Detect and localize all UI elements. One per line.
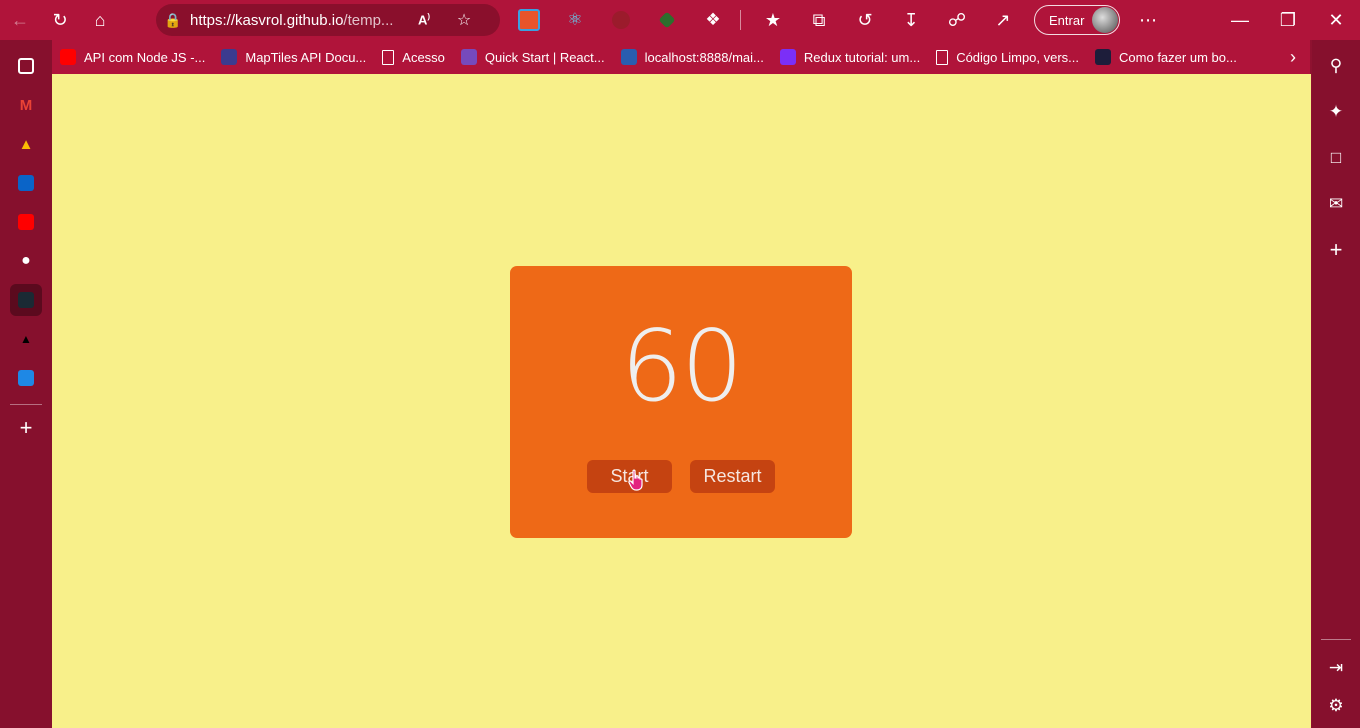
left-sidebar: M ▲ ● ▲ + xyxy=(0,40,52,728)
performance-icon[interactable]: ☍ xyxy=(934,0,980,40)
right-sidebar-bottom: ⇥ ⚙ xyxy=(1312,639,1360,728)
youtube-icon[interactable] xyxy=(10,206,42,238)
favorite-item[interactable]: Quick Start | React... xyxy=(453,43,613,71)
collections-icon[interactable]: ⧉ xyxy=(796,0,842,40)
redux-devtools-icon[interactable] xyxy=(598,0,644,40)
favorite-item[interactable]: Acesso xyxy=(374,43,453,71)
add-favorite-icon[interactable]: ☆ xyxy=(444,10,484,30)
signin-label: Entrar xyxy=(1049,12,1085,28)
favorite-item[interactable]: localhost:8888/mai... xyxy=(613,43,772,71)
maptiles-icon xyxy=(221,49,238,65)
timer-card: 60 Start Restart xyxy=(510,266,852,538)
favorite-label: Como fazer um bo... xyxy=(1119,49,1237,65)
refresh-icon[interactable]: ↻ xyxy=(40,0,80,40)
add-app-icon[interactable]: + xyxy=(10,412,42,444)
sidebar-separator xyxy=(1321,639,1351,640)
right-sidebar: ⚲ ✦ □ ✉ + ⇥ ⚙ xyxy=(1312,40,1360,728)
tab-actions-icon[interactable] xyxy=(10,50,42,82)
close-icon[interactable]: ✕ xyxy=(1312,0,1360,40)
bookmark-dark-icon xyxy=(1095,49,1112,65)
favorite-label: localhost:8888/mai... xyxy=(644,49,764,65)
restart-button[interactable]: Restart xyxy=(690,460,775,493)
settings-icon[interactable]: ⚙ xyxy=(1320,690,1352,722)
favorite-label: API com Node JS -... xyxy=(84,49,206,65)
favorite-label: Acesso xyxy=(402,49,445,65)
avatar xyxy=(1092,7,1118,33)
app-active-icon[interactable] xyxy=(10,284,42,316)
read-aloud-label: A xyxy=(417,12,428,28)
browser-tools: ★ ⧉ ↺ ↧ ☍ ↗ xyxy=(750,0,1026,40)
hand-cursor-icon xyxy=(628,469,643,491)
home-icon[interactable]: ⌂ xyxy=(80,0,120,40)
hide-sidebar-icon[interactable]: ⇥ xyxy=(1320,652,1352,684)
window-controls: — ❐ ✕ xyxy=(1216,0,1360,40)
favorite-label: Código Limpo, vers... xyxy=(956,49,1080,65)
redux-icon xyxy=(460,49,477,65)
share-icon[interactable]: ↗ xyxy=(980,0,1026,40)
lock-icon[interactable]: 🔒 xyxy=(156,12,190,29)
github-icon[interactable]: ● xyxy=(10,245,42,277)
favorite-item[interactable]: Código Limpo, vers... xyxy=(928,43,1087,71)
more-options-icon[interactable]: ⋯ xyxy=(1128,0,1168,40)
page-icon xyxy=(382,49,395,65)
timer-display: 60 xyxy=(620,310,744,424)
outlook-sidebar-icon[interactable]: ✉ xyxy=(1320,188,1352,220)
signin-button[interactable]: Entrar xyxy=(1034,5,1120,35)
favorite-item[interactable]: Como fazer um bo... xyxy=(1087,43,1245,71)
vercel-icon[interactable]: ▲ xyxy=(10,323,42,355)
toolbar-separator xyxy=(740,10,741,30)
restore-icon[interactable]: ❐ xyxy=(1264,0,1312,40)
url-path: /temp... xyxy=(343,11,394,29)
search-icon[interactable]: ⚲ xyxy=(1320,50,1352,82)
youtube-icon xyxy=(60,49,76,65)
chevron-right-icon[interactable]: › xyxy=(1290,47,1296,68)
favorite-item[interactable]: MapTiles API Docu... xyxy=(213,43,374,71)
react-devtools-icon[interactable]: ⚛ xyxy=(552,0,598,40)
page-icon xyxy=(936,49,949,65)
extensions-icon[interactable]: ❖ xyxy=(690,0,736,40)
address-bar[interactable]: 🔒 https://kasvrol.github.io/temp... A) ☆ xyxy=(156,4,500,36)
downloads-icon[interactable]: ↧ xyxy=(888,0,934,40)
office-icon[interactable]: □ xyxy=(1320,142,1352,174)
add-sidebar-app-icon[interactable]: + xyxy=(1320,234,1352,266)
sidebar-separator xyxy=(10,404,42,405)
back-icon[interactable]: ← xyxy=(0,0,40,40)
url-domain: https://kasvrol.github.io xyxy=(190,11,344,29)
history-icon[interactable]: ↺ xyxy=(842,0,888,40)
url-text[interactable]: https://kasvrol.github.io/temp... xyxy=(190,12,404,29)
extensions-row: ⚛ ❖ xyxy=(506,0,745,40)
outlook-icon[interactable] xyxy=(10,167,42,199)
google-drive-icon[interactable]: ▲ xyxy=(10,128,42,160)
localhost-icon xyxy=(620,49,637,65)
favorites-bar: API com Node JS -... MapTiles API Docu...… xyxy=(52,40,1310,74)
favorite-label: Quick Start | React... xyxy=(484,49,605,65)
favorite-item[interactable]: Redux tutorial: um... xyxy=(772,43,928,71)
read-aloud-icon[interactable]: A) xyxy=(404,12,444,27)
glasses-icon xyxy=(779,49,796,65)
extension-screen-icon[interactable] xyxy=(506,0,552,40)
favorite-label: Redux tutorial: um... xyxy=(803,49,921,65)
page-viewport: 60 Start Restart xyxy=(52,74,1311,728)
media-player-icon[interactable] xyxy=(10,362,42,394)
minimize-icon[interactable]: — xyxy=(1216,0,1264,40)
copilot-icon[interactable]: ✦ xyxy=(1320,96,1352,128)
color-picker-icon[interactable] xyxy=(644,0,690,40)
favorite-item[interactable]: API com Node JS -... xyxy=(52,43,213,71)
favorite-label: MapTiles API Docu... xyxy=(245,49,367,65)
favorites-icon[interactable]: ★ xyxy=(750,0,796,40)
gmail-icon[interactable]: M xyxy=(10,89,42,121)
